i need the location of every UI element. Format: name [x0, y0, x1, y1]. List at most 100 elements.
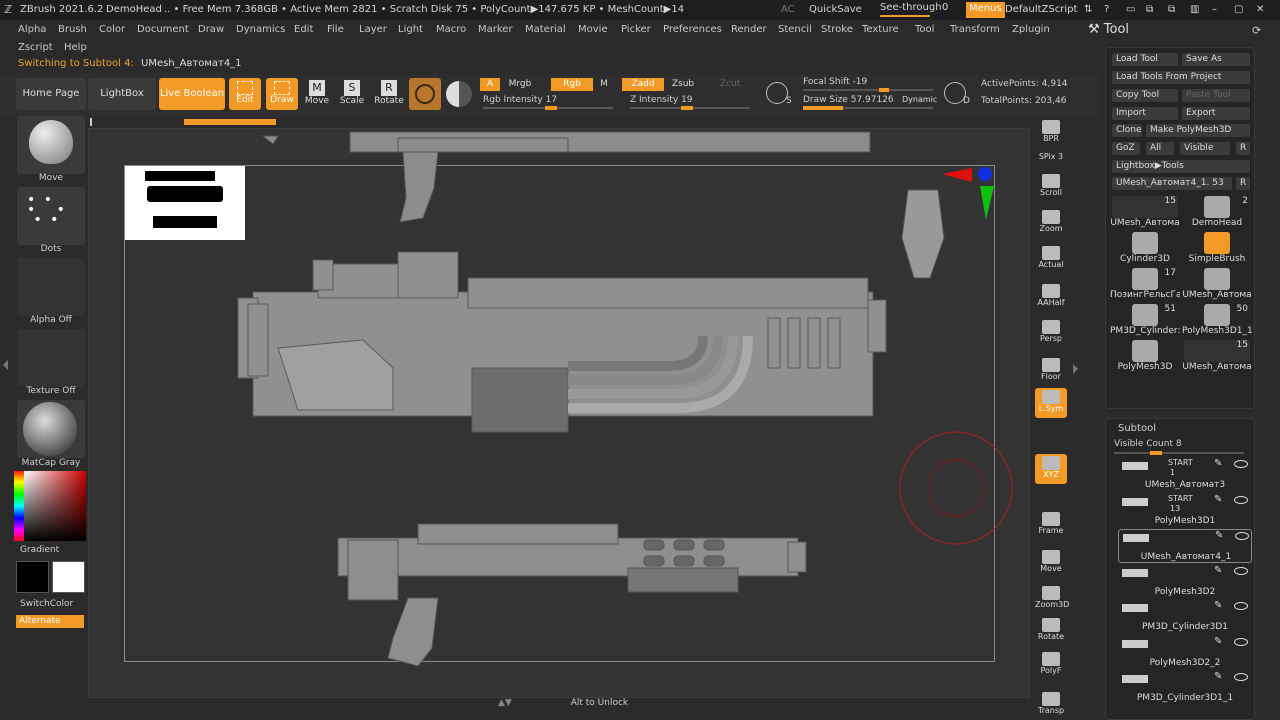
collapse-right-icon[interactable]	[1073, 364, 1078, 374]
swap-icon[interactable]: ⇅	[1084, 4, 1092, 15]
draw-button[interactable]: Draw	[266, 78, 298, 110]
eye-icon[interactable]	[1235, 532, 1249, 540]
menu-file[interactable]: File	[327, 24, 344, 35]
scroll-button[interactable]: Scroll	[1035, 172, 1067, 202]
brush-icon[interactable]: ✎	[1214, 636, 1222, 647]
tool-thumbnail[interactable]: SimpleBrush	[1182, 232, 1252, 264]
color-picker[interactable]	[14, 471, 86, 541]
menu-marker[interactable]: Marker	[478, 24, 513, 35]
eye-icon[interactable]	[1234, 460, 1248, 468]
zoom-button[interactable]: Zoom	[1035, 208, 1067, 238]
gradient-label[interactable]: Gradient	[20, 545, 59, 555]
tool-thumbnail[interactable]: 15 UMesh_Автома	[1182, 340, 1252, 372]
actual-button[interactable]: Actual	[1035, 244, 1067, 274]
brush-icon[interactable]: ✎	[1214, 600, 1222, 611]
see-through-slider[interactable]: See-through 0	[876, 2, 958, 17]
subtool-header[interactable]: Subtool	[1118, 423, 1156, 434]
dynamic-toggle[interactable]: Dynamic	[902, 95, 937, 104]
visible-count-track[interactable]	[1114, 451, 1244, 455]
color-sphere-icon[interactable]	[446, 81, 472, 107]
brush-thumbnail[interactable]	[17, 116, 85, 174]
polyf-button[interactable]: PolyF	[1035, 650, 1067, 680]
history-bar[interactable]	[90, 118, 1030, 126]
subtool-row[interactable]: START 13 ✎ PolyMesh3D1	[1118, 494, 1252, 528]
menu-picker[interactable]: Picker	[621, 24, 651, 35]
alternate-toggle[interactable]: Alternate	[16, 615, 84, 628]
spix-3-button[interactable]: SPix 3	[1035, 152, 1067, 166]
rgb-intensity-slider[interactable]: Rgb Intensity 17	[483, 95, 557, 105]
make-polymesh-button[interactable]: Make PolyMesh3D	[1146, 124, 1250, 137]
rotate-button[interactable]: R Rotate	[373, 80, 405, 106]
lightbox-button[interactable]: LightBox	[88, 78, 156, 110]
maximize-icon[interactable]: ▢	[1234, 4, 1243, 15]
a-toggle[interactable]: A	[480, 78, 500, 91]
scale-button[interactable]: S Scale	[337, 80, 367, 106]
save-as-button[interactable]: Save As	[1182, 53, 1250, 66]
z-intensity-slider[interactable]: Z Intensity 19	[630, 95, 693, 105]
menu-transform[interactable]: Transform	[950, 24, 1000, 35]
eye-icon[interactable]	[1234, 495, 1248, 504]
menu-help[interactable]: Help	[64, 42, 87, 53]
help-icon[interactable]: ?	[1104, 4, 1109, 15]
menu-edit[interactable]: Edit	[294, 24, 313, 35]
lightbox-tools-button[interactable]: Lightbox▶Tools	[1112, 160, 1250, 173]
menu-stroke[interactable]: Stroke	[821, 24, 853, 35]
m-toggle[interactable]: M	[598, 78, 610, 91]
brush-icon[interactable]: ✎	[1214, 458, 1222, 469]
subtool-row[interactable]: START 1 ✎ UMesh_Автомат3	[1118, 458, 1252, 492]
subtool-row[interactable]: ✎ PolyMesh3D2_2	[1118, 636, 1252, 670]
xyz-button[interactable]: XYZ	[1035, 454, 1067, 484]
menu-movie[interactable]: Movie	[578, 24, 608, 35]
menu-material[interactable]: Material	[525, 24, 566, 35]
tool-panel-header[interactable]: ⚒ Tool	[1088, 22, 1129, 37]
menu-zscript[interactable]: Zscript	[18, 42, 53, 53]
tool-thumbnail[interactable]: 50 PolyMesh3D1_1	[1182, 304, 1252, 336]
switchcolor-button[interactable]: SwitchColor	[20, 599, 73, 609]
tool-thumbnail[interactable]: Cylinder3D	[1110, 232, 1180, 264]
menu-document[interactable]: Document	[137, 24, 189, 35]
stroke-thumbnail[interactable]: • • • • • •	[17, 187, 85, 245]
export-button[interactable]: Export	[1182, 107, 1250, 120]
subtool-row[interactable]: ✎ PM3D_Cylinder3D1_1	[1118, 671, 1252, 705]
menu-tool[interactable]: Tool	[915, 24, 934, 35]
menu-draw[interactable]: Draw	[198, 24, 224, 35]
visible-count-slider[interactable]: Visible Count 8	[1114, 439, 1182, 449]
brush-icon[interactable]: ✎	[1215, 530, 1223, 541]
mrgb-toggle[interactable]: Mrgb	[505, 78, 535, 91]
menu-color[interactable]: Color	[99, 24, 125, 35]
paste-tool-button[interactable]: Paste Tool	[1182, 89, 1250, 102]
transp-button[interactable]: Transp	[1035, 690, 1067, 720]
close-icon[interactable]: ✕	[1256, 4, 1264, 15]
all-button[interactable]: All	[1146, 142, 1174, 155]
rotate-button[interactable]: Rotate	[1035, 616, 1067, 646]
goz-button[interactable]: GoZ	[1112, 142, 1140, 155]
rgb-toggle[interactable]: Rgb	[551, 78, 593, 91]
sdiv-sphere-icon[interactable]	[766, 82, 788, 104]
eye-icon[interactable]	[1234, 602, 1248, 610]
restore-icon[interactable]: ⧉	[1168, 4, 1175, 15]
window-icon[interactable]: ⧉	[1146, 4, 1153, 15]
draw-size-slider[interactable]: Draw Size 57.97126	[803, 95, 894, 105]
current-tool-slider[interactable]: UMesh_Автомат4_1. 53	[1112, 177, 1232, 190]
eye-icon[interactable]	[1234, 637, 1248, 646]
menu-macro[interactable]: Macro	[436, 24, 466, 35]
primary-color-swatch[interactable]	[52, 561, 85, 593]
material-swatch-button[interactable]	[409, 78, 441, 110]
tile-icon[interactable]: ▥	[1190, 4, 1199, 15]
layout-icon[interactable]: ▭	[1126, 4, 1135, 15]
tool-thumbnail[interactable]: 51 PM3D_Cylinder:	[1110, 304, 1180, 336]
menu-zplugin[interactable]: Zplugin	[1012, 24, 1050, 35]
move-button[interactable]: Move	[1035, 548, 1067, 578]
tool-thumbnail[interactable]: 2 DemoHead	[1182, 196, 1252, 228]
eye-icon[interactable]	[1234, 566, 1248, 575]
clone-button[interactable]: Clone	[1112, 124, 1142, 137]
secondary-color-swatch[interactable]	[16, 561, 49, 593]
default-zscript-button[interactable]: DefaultZScript	[1005, 4, 1077, 15]
load-tool-button[interactable]: Load Tool	[1112, 53, 1178, 66]
rgb-intensity-track[interactable]	[483, 106, 613, 110]
brush-icon[interactable]: ✎	[1214, 671, 1222, 682]
brush-icon[interactable]: ✎	[1214, 494, 1222, 505]
r-button[interactable]: R	[1236, 142, 1250, 155]
menu-dynamics[interactable]: Dynamics	[236, 24, 285, 35]
quicksave-button[interactable]: QuickSave	[809, 4, 862, 15]
